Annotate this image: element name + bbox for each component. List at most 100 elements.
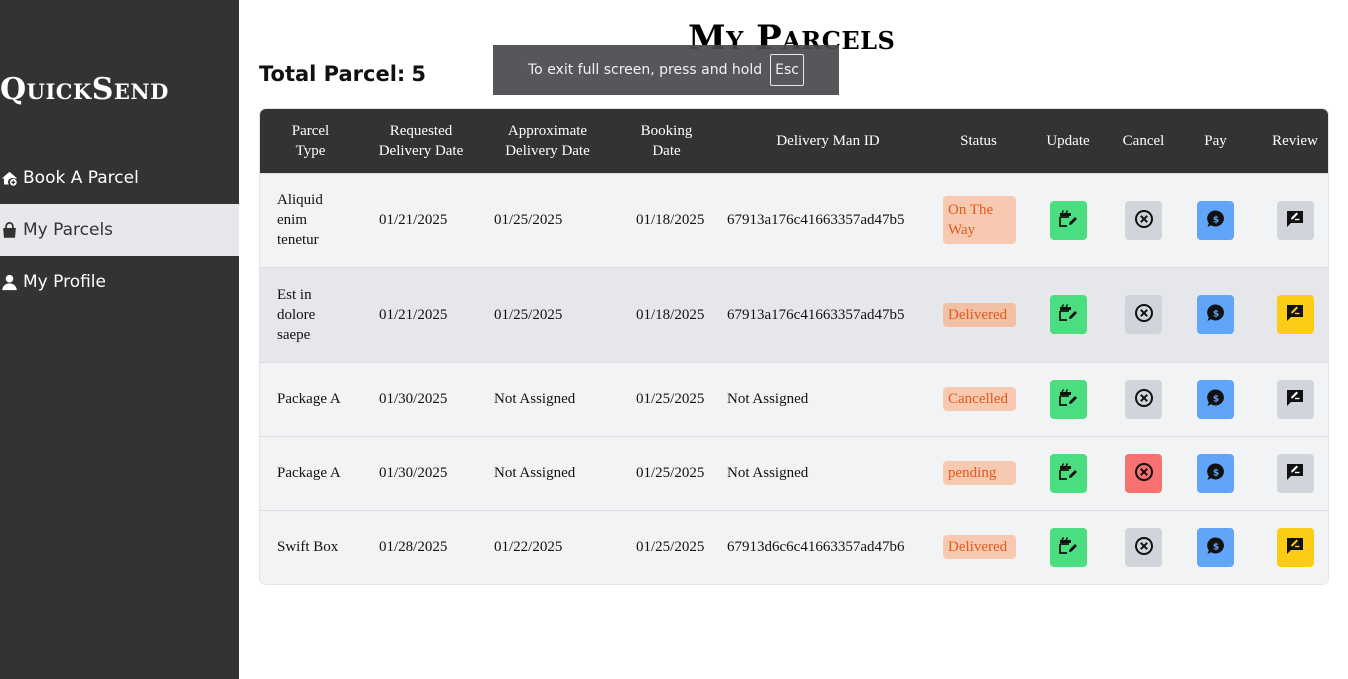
- cancel-circle-icon: [1134, 388, 1154, 411]
- update-button[interactable]: [1049, 295, 1087, 334]
- cell-booking-date: 01/25/2025: [636, 391, 705, 407]
- svg-text:$: $: [1212, 468, 1218, 478]
- cell-status: On The Way: [937, 173, 1020, 267]
- sidebar-item-label: Book A Parcel: [23, 168, 139, 188]
- update-button[interactable]: [1049, 200, 1087, 240]
- review-message-icon: [1285, 209, 1305, 232]
- review-button[interactable]: [1276, 453, 1314, 493]
- cell-delivery-man-id: 67913a176c41663357ad47b5: [727, 212, 905, 228]
- cancel-button[interactable]: [1125, 379, 1162, 419]
- home-plus-icon: [0, 169, 18, 187]
- cell-update: [1020, 267, 1116, 362]
- brand-logo[interactable]: QuickSend: [0, 72, 169, 107]
- review-button[interactable]: [1276, 295, 1314, 334]
- cell-booking-date: 01/18/2025: [636, 306, 705, 323]
- cell-pay: $: [1171, 362, 1260, 436]
- cell-booking-date: 01/25/2025: [636, 539, 705, 556]
- edit-calendar-icon: [1058, 388, 1078, 411]
- status-badge: Delivered: [943, 302, 1016, 327]
- cell-cancel: [1116, 267, 1171, 362]
- parcels-table: Parcel Type Requested Delivery Date Approx…: [260, 109, 1328, 584]
- cell-pay: $: [1171, 267, 1260, 362]
- cancel-circle-icon: [1134, 536, 1154, 559]
- svg-text:$: $: [1212, 310, 1218, 320]
- review-button[interactable]: [1276, 379, 1314, 419]
- cancel-circle-icon: [1134, 209, 1154, 232]
- review-message-icon: [1285, 303, 1305, 326]
- update-button[interactable]: [1049, 379, 1087, 419]
- cell-requested-date: 01/21/2025: [379, 212, 448, 228]
- sidebar-item-label: My Parcels: [23, 220, 114, 240]
- edit-calendar-icon: [1058, 303, 1078, 326]
- total-parcel: Total Parcel: 5: [259, 62, 426, 86]
- pay-button[interactable]: $: [1197, 527, 1234, 567]
- cancel-circle-icon: [1134, 303, 1154, 326]
- status-badge: On The Way: [943, 196, 1016, 244]
- sidebar: QuickSend Book A Parcel My Parcels My Pr…: [0, 0, 239, 679]
- update-button[interactable]: [1049, 527, 1087, 567]
- cell-cancel: [1116, 436, 1171, 510]
- review-message-icon: [1285, 536, 1305, 559]
- col-header-status: Status: [960, 132, 997, 149]
- edit-calendar-icon: [1058, 209, 1078, 232]
- sidebar-nav: Book A Parcel My Parcels My Profile: [0, 152, 239, 308]
- cancel-button[interactable]: [1125, 453, 1162, 493]
- cell-review: [1260, 436, 1328, 510]
- total-parcel-label: Total Parcel:: [259, 62, 406, 86]
- cell-cancel: [1116, 510, 1171, 584]
- cell-review: [1260, 267, 1328, 362]
- col-header-parcel-type: Parcel Type: [291, 122, 330, 159]
- cell-parcel-type: Swift Box: [277, 539, 339, 556]
- cell-approximate-date: 01/25/2025: [494, 306, 563, 323]
- pay-button[interactable]: $: [1197, 200, 1234, 240]
- payment-chat-icon: $: [1206, 462, 1226, 485]
- cell-delivery-man-id: 67913d6c6c41663357ad47b6: [727, 539, 905, 556]
- cell-cancel: [1116, 173, 1171, 267]
- cell-update: [1020, 510, 1116, 584]
- cell-pay: $: [1171, 173, 1260, 267]
- pay-button[interactable]: $: [1197, 453, 1234, 493]
- cell-parcel-type: Package A: [277, 391, 341, 407]
- total-parcel-count: 5: [411, 62, 426, 86]
- cell-parcel-type: Package A: [277, 465, 341, 481]
- cancel-button[interactable]: [1125, 200, 1162, 240]
- shopping-bag-icon: [0, 221, 18, 239]
- table-header-row: Parcel Type Requested Delivery Date Approx…: [260, 109, 1328, 173]
- col-header-booking-date: Booking Date: [640, 122, 693, 159]
- cell-parcel-type: Est in dolore saepe: [277, 286, 316, 343]
- cell-review: [1260, 173, 1328, 267]
- review-message-icon: [1285, 462, 1305, 485]
- cell-approximate-date: 01/25/2025: [494, 212, 563, 228]
- user-icon: [0, 273, 18, 291]
- review-button[interactable]: [1276, 527, 1314, 567]
- col-header-delivery-man-id: Delivery Man ID: [776, 132, 880, 149]
- sidebar-item-my-profile[interactable]: My Profile: [0, 256, 239, 308]
- col-header-approximate-delivery-date: Approximate Delivery Date: [505, 122, 590, 159]
- cell-delivery-man-id: Not Assigned: [727, 465, 809, 481]
- cancel-button[interactable]: [1125, 295, 1162, 334]
- status-badge: Cancelled: [943, 387, 1016, 411]
- cell-review: [1260, 362, 1328, 436]
- col-header-update: Update: [1046, 132, 1090, 149]
- svg-text:$: $: [1212, 215, 1218, 225]
- pay-button[interactable]: $: [1197, 295, 1234, 334]
- cell-status: Cancelled: [937, 362, 1020, 436]
- svg-text:$: $: [1212, 542, 1218, 552]
- cancel-button[interactable]: [1125, 527, 1162, 567]
- sidebar-item-book-a-parcel[interactable]: Book A Parcel: [0, 152, 239, 204]
- pay-button[interactable]: $: [1197, 379, 1234, 419]
- cell-delivery-man-id: 67913a176c41663357ad47b5: [727, 306, 905, 323]
- cell-status: Delivered: [937, 510, 1020, 584]
- update-button[interactable]: [1049, 453, 1087, 493]
- status-badge: Delivered: [943, 535, 1016, 560]
- cell-update: [1020, 173, 1116, 267]
- cancel-circle-icon: [1134, 462, 1154, 485]
- fullscreen-toast: To exit full screen, press and hold Esc: [493, 45, 839, 95]
- edit-calendar-icon: [1058, 462, 1078, 485]
- col-header-review: Review: [1272, 132, 1318, 149]
- table-row: Aliquid enim tenetur 01/21/2025 01/25/2025…: [260, 173, 1328, 267]
- svg-text:$: $: [1212, 394, 1218, 404]
- sidebar-item-my-parcels[interactable]: My Parcels: [0, 204, 239, 256]
- review-button[interactable]: [1276, 200, 1314, 240]
- table-row: Est in dolore saepe 01/21/2025 01/25/2025 …: [260, 267, 1328, 362]
